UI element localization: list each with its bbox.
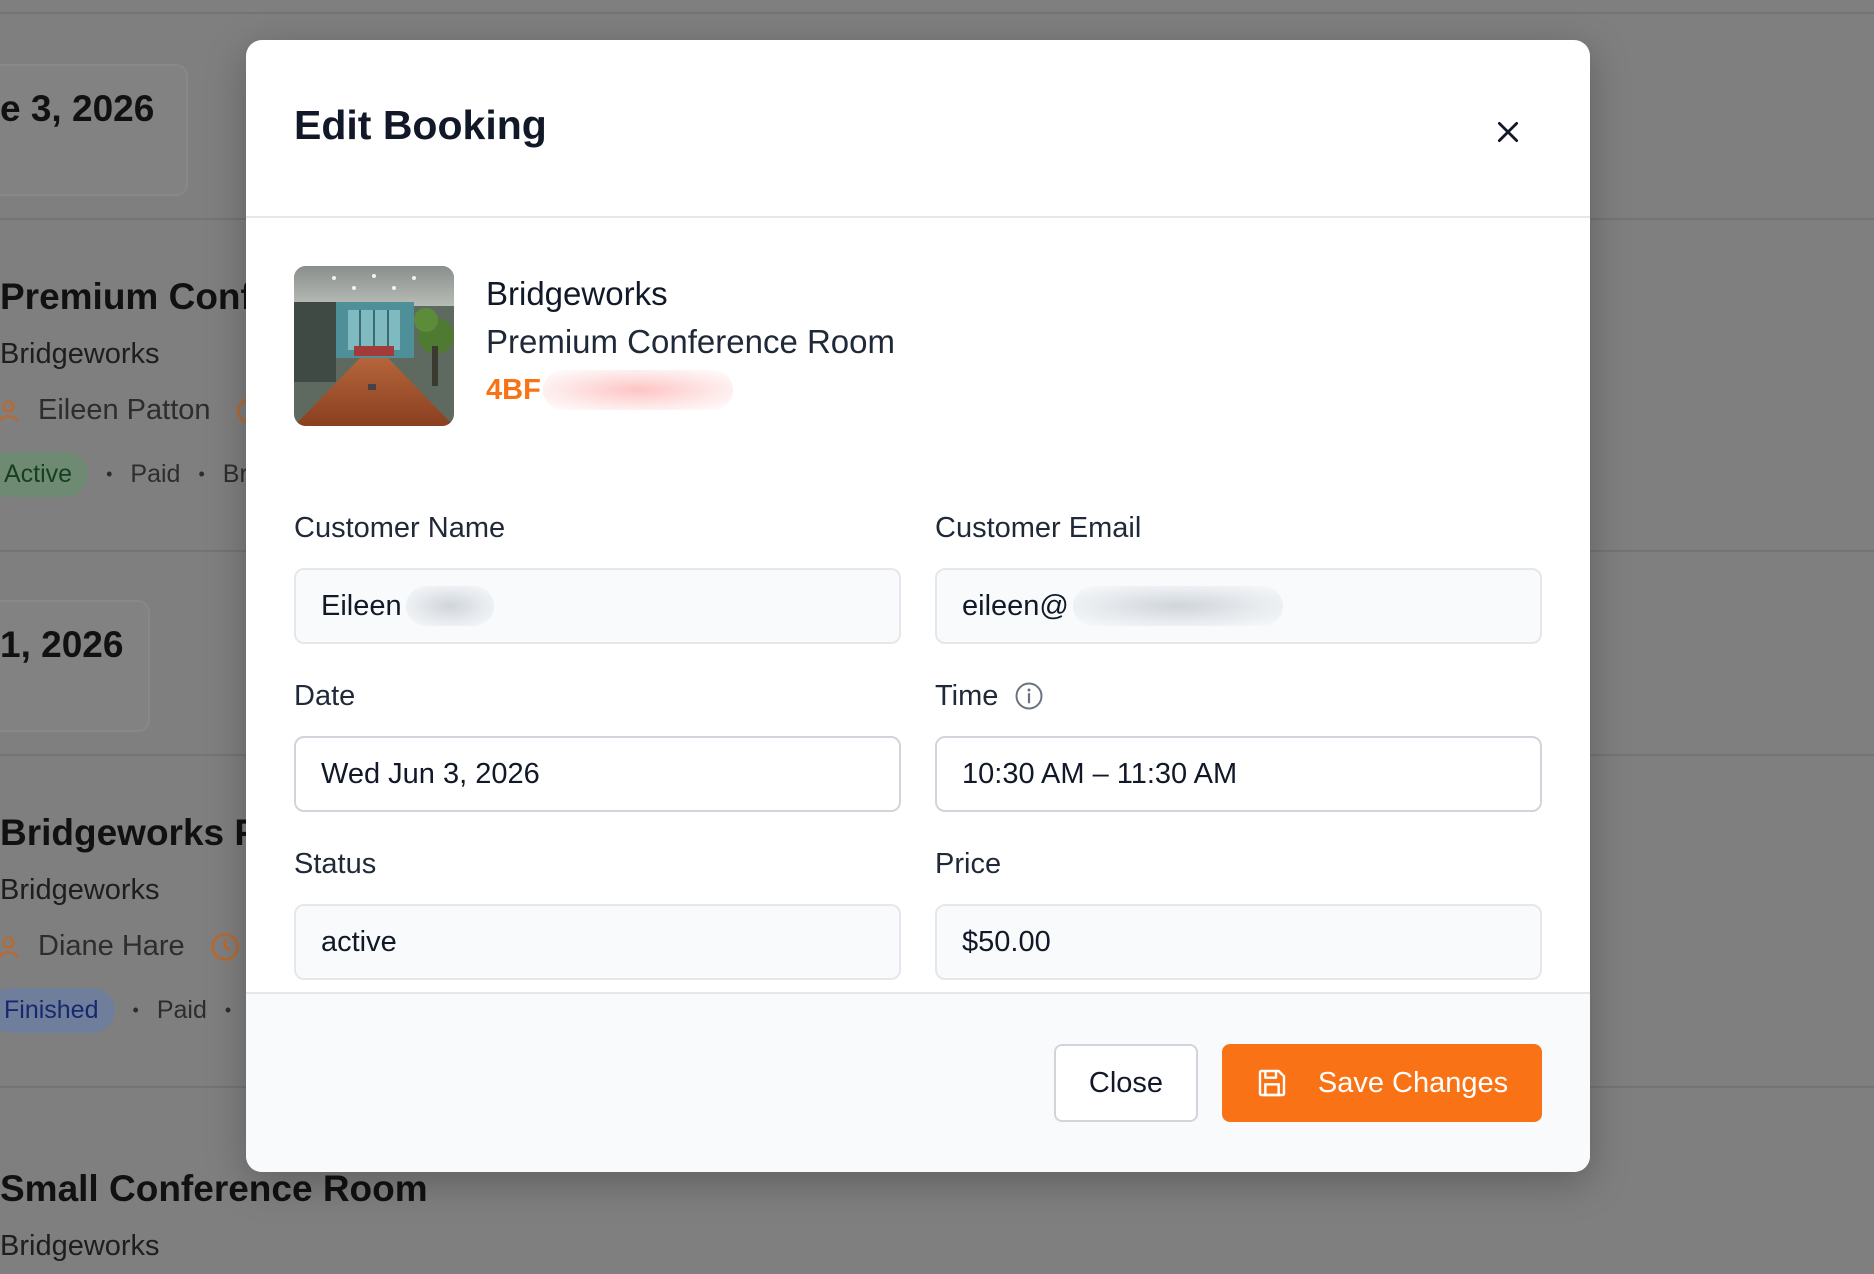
customer-email-value: eileen@: [962, 589, 1069, 622]
time-label: Time: [935, 678, 1542, 714]
booking-meta: Finished • Paid •: [0, 988, 231, 1033]
payment-status: Paid: [130, 460, 181, 488]
floppy-disk-icon: [1258, 1069, 1286, 1097]
time-value: 10:30 AM – 11:30 AM: [962, 757, 1238, 790]
redacted-blur: [405, 586, 494, 626]
date-picker[interactable]: Wed Jun 3, 2026: [294, 736, 901, 812]
date-field: Date Wed Jun 3, 2026: [294, 678, 901, 846]
room-name: Premium Conference Room: [486, 323, 895, 360]
date-card-label: 1, 2026: [0, 624, 124, 665]
payment-status: Paid: [156, 996, 207, 1024]
info-icon[interactable]: [1014, 681, 1044, 711]
status-badge: Finished: [0, 988, 115, 1033]
booking-title: Small Conference Room: [0, 1168, 428, 1209]
status-input[interactable]: active: [294, 904, 901, 980]
customer-name-label: Customer Name: [294, 512, 506, 544]
status-badge: Active: [0, 452, 89, 497]
booking-reference-code: 4BF: [486, 373, 541, 406]
user-icon: [0, 400, 19, 422]
edit-booking-modal: Edit Booking Bridgeworks Premium Confere…: [246, 40, 1590, 1172]
save-changes-label: Save Changes: [1317, 1066, 1509, 1099]
x-icon: [1497, 121, 1519, 143]
room-venue: Bridgeworks: [486, 275, 668, 312]
date-card: [0, 64, 188, 196]
booking-form: Customer Name Eileen Customer Email eile…: [294, 510, 1542, 1014]
price-value: $50.00: [962, 925, 1051, 958]
date-value: Wed Jun 3, 2026: [321, 757, 540, 790]
modal-header: Edit Booking: [246, 40, 1590, 218]
status-value: active: [321, 925, 397, 958]
clock-icon: [211, 933, 239, 961]
customer-name-value: Eileen: [321, 589, 402, 622]
customer-name-field: Customer Name Eileen: [294, 510, 901, 678]
booking-customer-name: Eileen Patton: [38, 394, 211, 426]
time-picker[interactable]: 10:30 AM – 11:30 AM: [935, 736, 1542, 812]
booking-customer: Eileen Patton: [0, 394, 211, 427]
booking-customer: Diane Hare: [0, 930, 185, 963]
price-input[interactable]: $50.00: [935, 904, 1542, 980]
modal-footer: Close Save Changes: [246, 992, 1590, 1172]
redacted-blur: [542, 370, 733, 410]
customer-email-input[interactable]: eileen@: [935, 568, 1542, 644]
save-changes-button[interactable]: Save Changes: [1222, 1044, 1542, 1122]
room-summary: Bridgeworks Premium Conference Room 4BF: [294, 266, 895, 426]
status-label: Status: [294, 848, 377, 880]
user-icon: [0, 936, 19, 958]
price-label: Price: [935, 848, 1002, 880]
redacted-blur: [1072, 586, 1283, 626]
status-field: Status active: [294, 846, 901, 1014]
conference-room-image: [294, 266, 454, 426]
date-card: [0, 600, 150, 732]
room-photo: [294, 266, 454, 426]
booking-meta: Active • Paid • Bri: [0, 452, 253, 497]
date-label: Date: [294, 680, 356, 712]
customer-email-field: Customer Email eileen@: [935, 510, 1542, 678]
booking-title: Bridgeworks P: [0, 812, 260, 853]
booking-title: Premium Confe: [0, 276, 274, 317]
customer-name-input[interactable]: Eileen: [294, 568, 901, 644]
modal-title: Edit Booking: [294, 102, 547, 148]
customer-email-label: Customer Email: [935, 512, 1142, 544]
booking-reference: 4BF: [486, 370, 895, 410]
close-button[interactable]: Close: [1054, 1044, 1198, 1122]
date-card-label: e 3, 2026: [0, 88, 155, 129]
price-field: Price $50.00: [935, 846, 1542, 1014]
modal-close-button[interactable]: [1488, 112, 1528, 152]
booking-customer-name: Diane Hare: [38, 930, 185, 962]
booking-venue: Bridgeworks: [0, 1230, 160, 1262]
divider: [0, 12, 1874, 14]
time-field: Time 10:30 AM – 11:30 AM: [935, 678, 1542, 846]
room-info: Bridgeworks Premium Conference Room 4BF: [486, 266, 895, 426]
booking-venue: Bridgeworks: [0, 874, 160, 906]
booking-venue: Bridgeworks: [0, 338, 160, 370]
